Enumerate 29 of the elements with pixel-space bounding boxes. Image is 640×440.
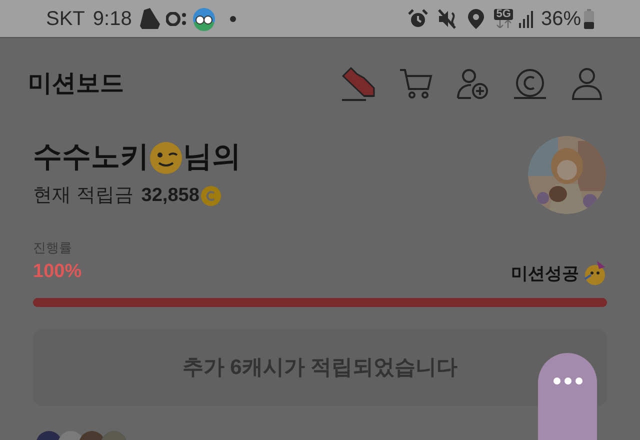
balance-label: 현재 적립금	[33, 184, 134, 208]
location-icon	[468, 8, 484, 28]
page-title: 미션보드	[28, 69, 125, 99]
app-icon	[192, 6, 216, 30]
user-icon[interactable]	[570, 67, 604, 101]
name-suffix: 님의	[183, 140, 241, 175]
party-face-icon	[583, 261, 607, 286]
mission-result: 미션성공	[511, 262, 579, 284]
battery-percent: 36%	[540, 6, 581, 32]
dot-icon	[230, 16, 236, 22]
more-button[interactable]	[538, 353, 597, 440]
network-badge: 5G	[494, 9, 513, 20]
progress-percent: 100%	[33, 260, 82, 284]
mute-icon	[438, 8, 458, 28]
balance-amount: 32,858	[141, 184, 200, 208]
record-icon	[166, 12, 188, 26]
wink-face-icon	[149, 140, 183, 175]
signal-icon	[518, 10, 535, 28]
user-name: 수수노키	[33, 140, 149, 175]
carrier-text: SKT	[46, 6, 85, 32]
battery-icon	[584, 8, 594, 28]
cart-icon[interactable]	[399, 67, 433, 101]
coin-icon[interactable]	[513, 67, 547, 101]
clock-text: 9:18	[92, 6, 132, 32]
add-user-icon[interactable]	[456, 67, 490, 101]
more-icon	[552, 377, 582, 385]
coin-icon	[201, 186, 222, 206]
alarm-icon	[408, 8, 428, 28]
data-arrows-icon	[496, 20, 512, 28]
